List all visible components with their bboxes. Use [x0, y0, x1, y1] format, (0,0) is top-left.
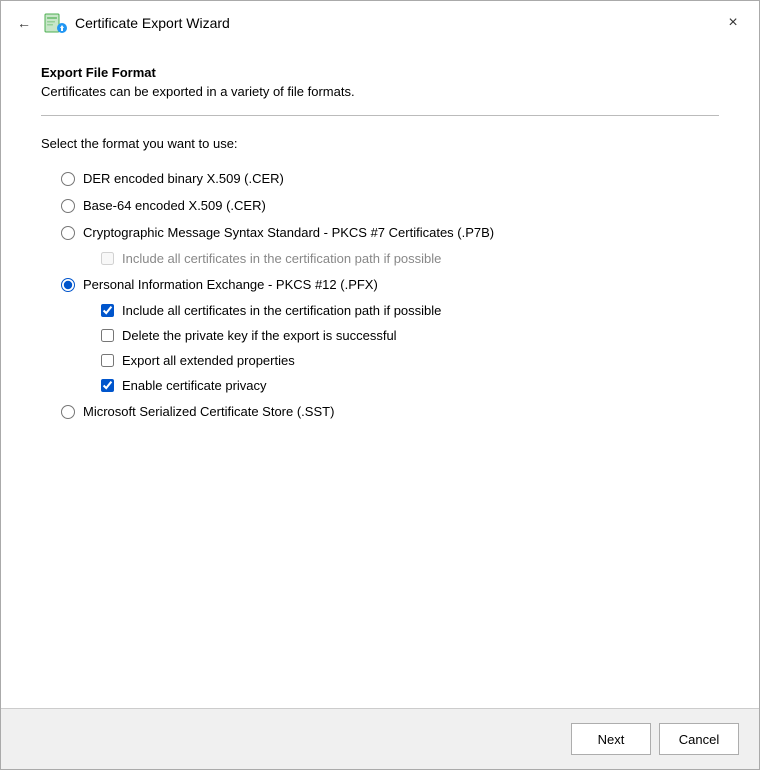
title-bar: ← Certificate Export Wizard ×	[1, 1, 759, 45]
title-bar-left: ← Certificate Export Wizard	[13, 11, 230, 35]
format-prompt: Select the format you want to use:	[41, 136, 719, 151]
checkbox-item-pfx-include: Include all certificates in the certific…	[101, 298, 719, 323]
checkbox-item-pfx-extended: Export all extended properties	[101, 348, 719, 373]
checkbox-cms-include[interactable]	[101, 252, 114, 265]
radio-label-pfx: Personal Information Exchange - PKCS #12…	[83, 277, 378, 292]
radio-label-cms: Cryptographic Message Syntax Standard - …	[83, 225, 494, 240]
radio-item-pfx: Personal Information Exchange - PKCS #12…	[41, 271, 719, 298]
radio-item-base64: Base-64 encoded X.509 (.CER)	[41, 192, 719, 219]
checkbox-label-pfx-extended: Export all extended properties	[122, 353, 295, 368]
cms-options: Include all certificates in the certific…	[41, 246, 719, 271]
radio-item-cms: Cryptographic Message Syntax Standard - …	[41, 219, 719, 246]
radio-sst[interactable]	[61, 405, 75, 419]
footer: Next Cancel	[1, 708, 759, 769]
radio-label-sst: Microsoft Serialized Certificate Store (…	[83, 404, 334, 419]
checkbox-pfx-extended[interactable]	[101, 354, 114, 367]
checkbox-label-pfx-delete: Delete the private key if the export is …	[122, 328, 397, 343]
wizard-window: ← Certificate Export Wizard × Export Fil…	[0, 0, 760, 770]
radio-group: DER encoded binary X.509 (.CER) Base-64 …	[41, 165, 719, 425]
wizard-icon	[43, 11, 67, 35]
checkbox-label-pfx-privacy: Enable certificate privacy	[122, 378, 267, 393]
close-button[interactable]: ×	[719, 9, 747, 37]
section-title: Export File Format	[41, 65, 719, 80]
checkbox-pfx-privacy[interactable]	[101, 379, 114, 392]
radio-label-der: DER encoded binary X.509 (.CER)	[83, 171, 284, 186]
next-button[interactable]: Next	[571, 723, 651, 755]
back-icon[interactable]: ←	[13, 13, 35, 33]
section-header: Export File Format Certificates can be e…	[41, 65, 719, 99]
checkbox-item-pfx-privacy: Enable certificate privacy	[101, 373, 719, 398]
divider	[41, 115, 719, 116]
checkbox-label-cms-include: Include all certificates in the certific…	[122, 251, 441, 266]
radio-der[interactable]	[61, 172, 75, 186]
radio-item-der: DER encoded binary X.509 (.CER)	[41, 165, 719, 192]
radio-cms[interactable]	[61, 226, 75, 240]
checkbox-pfx-delete[interactable]	[101, 329, 114, 342]
checkbox-item-pfx-delete: Delete the private key if the export is …	[101, 323, 719, 348]
radio-pfx[interactable]	[61, 278, 75, 292]
radio-base64[interactable]	[61, 199, 75, 213]
content-area: Export File Format Certificates can be e…	[1, 45, 759, 708]
radio-label-base64: Base-64 encoded X.509 (.CER)	[83, 198, 266, 213]
section-description: Certificates can be exported in a variet…	[41, 84, 719, 99]
checkbox-pfx-include[interactable]	[101, 304, 114, 317]
radio-item-sst: Microsoft Serialized Certificate Store (…	[41, 398, 719, 425]
checkbox-label-pfx-include: Include all certificates in the certific…	[122, 303, 441, 318]
window-title: Certificate Export Wizard	[75, 15, 230, 31]
pfx-options: Include all certificates in the certific…	[41, 298, 719, 398]
cancel-button[interactable]: Cancel	[659, 723, 739, 755]
checkbox-item-cms-include: Include all certificates in the certific…	[101, 246, 719, 271]
